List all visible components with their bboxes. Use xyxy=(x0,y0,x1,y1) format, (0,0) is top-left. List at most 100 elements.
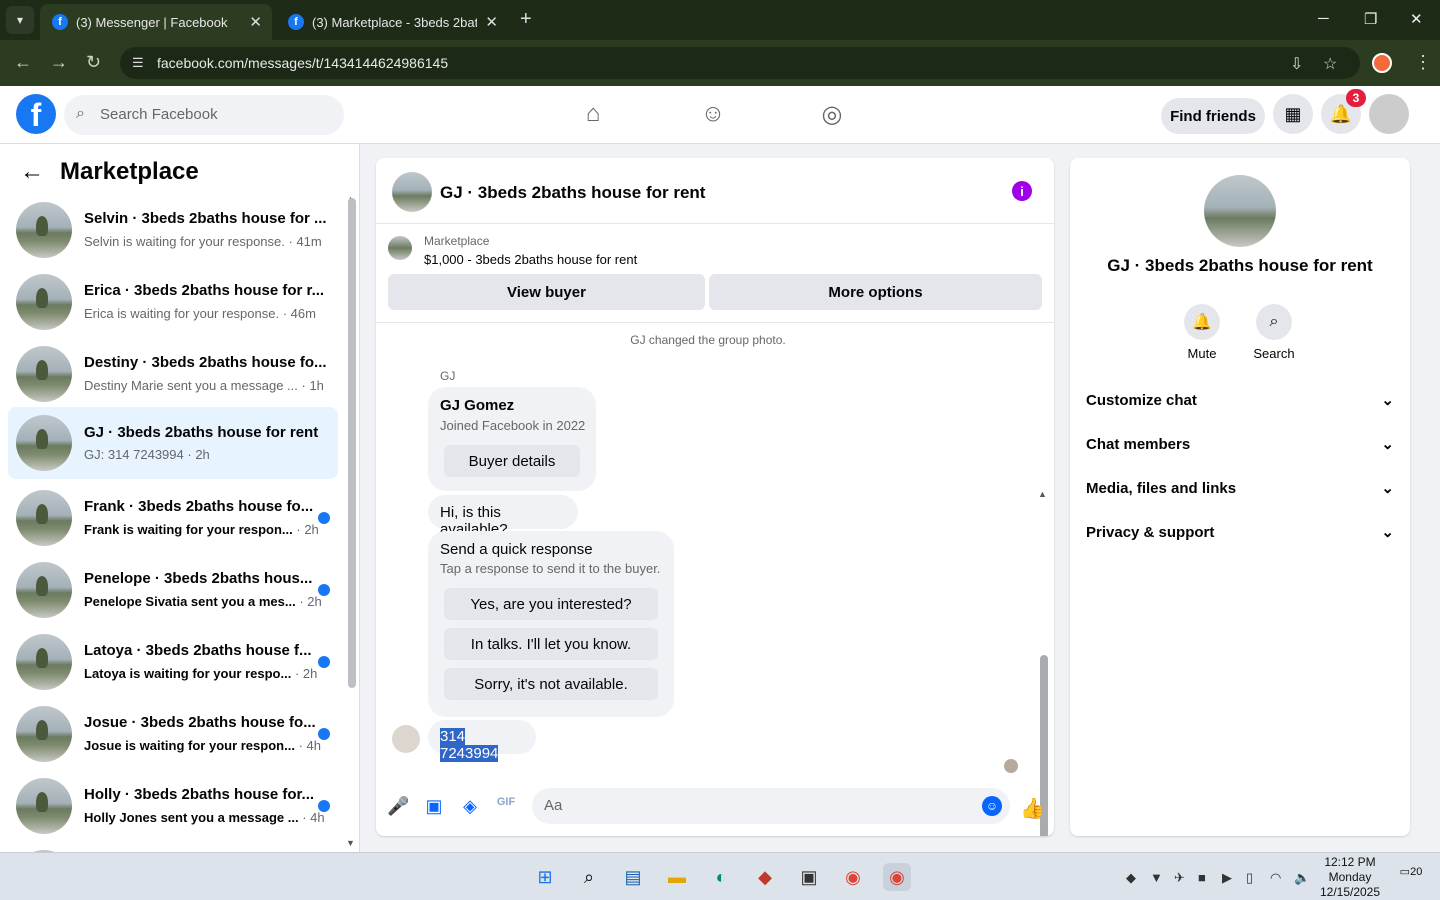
details-title: GJ · 3beds 2baths house for rent xyxy=(1107,256,1373,275)
conversation-name: Penelope · 3beds 2baths hous... xyxy=(84,570,313,587)
chrome-icon[interactable]: ◉ xyxy=(839,863,867,891)
emoji-icon[interactable]: ☺ xyxy=(982,796,1002,816)
notification-center-icon[interactable]: ▭20 xyxy=(1398,865,1424,889)
conversation-item[interactable]: Penelope · 3beds 2baths hous... Penelope… xyxy=(8,558,338,622)
conversation-item[interactable]: Frank · 3beds 2baths house fo... Frank i… xyxy=(8,486,338,550)
message-composer: 🎤 ▣ ◈ GIF Aa ☺ 👍 xyxy=(376,780,1054,836)
forward-icon[interactable]: → xyxy=(50,52,68,73)
conversation-item-selected[interactable]: GJ · 3beds 2baths house for rent GJ: 314… xyxy=(8,407,338,479)
chat-avatar-large[interactable] xyxy=(1204,175,1276,247)
listing-avatar xyxy=(16,634,72,690)
address-bar[interactable]: ☰ facebook.com/messages/t/14341446249861… xyxy=(120,47,1360,79)
tab-search-button[interactable]: ▾ xyxy=(6,6,34,34)
conversation-item[interactable]: Selvin · 3beds 2baths house for ... Selv… xyxy=(8,198,338,262)
browser-menu-icon[interactable]: ⋮ xyxy=(1414,52,1432,73)
quick-response-button[interactable]: In talks. I'll let you know. xyxy=(444,628,658,660)
site-info-icon[interactable]: ☰ xyxy=(132,55,144,71)
find-friends-button[interactable]: Find friends xyxy=(1161,98,1265,134)
gif-icon[interactable]: GIF xyxy=(495,796,517,818)
new-tab-icon[interactable]: + xyxy=(520,8,532,31)
reload-icon[interactable]: ↻ xyxy=(86,52,101,73)
close-tab-icon[interactable]: ✕ xyxy=(249,13,262,31)
search-facebook-input[interactable]: ⌕ Search Facebook xyxy=(64,95,344,135)
account-avatar[interactable] xyxy=(1369,94,1409,134)
tab-marketplace[interactable]: f (3) Marketplace - 3beds 2baths ✕ xyxy=(276,4,508,40)
search-icon[interactable]: ⌕ xyxy=(575,863,603,891)
conversation-item[interactable]: Erica · 3beds 2baths house for r... Eric… xyxy=(8,270,338,334)
quick-response-button[interactable]: Sorry, it's not available. xyxy=(444,668,658,700)
home-icon[interactable]: ⌂ xyxy=(578,100,608,130)
unread-dot xyxy=(318,584,330,596)
bookmark-star-icon[interactable]: ☆ xyxy=(1323,54,1337,74)
info-icon[interactable]: i xyxy=(1012,181,1032,201)
microphone-icon[interactable]: 🎤 xyxy=(387,796,409,818)
wifi-icon[interactable]: ◠ xyxy=(1270,870,1281,886)
volume-icon[interactable]: 🔈 xyxy=(1294,870,1310,886)
mute-button[interactable]: 🔔 Mute xyxy=(1172,304,1232,361)
tray-app-icon[interactable]: ■ xyxy=(1198,870,1206,885)
minimize-icon[interactable]: ─ xyxy=(1318,10,1329,27)
sender-avatar[interactable] xyxy=(392,725,420,753)
buyer-profile-card: GJ Gomez Joined Facebook in 2022 Buyer d… xyxy=(428,387,596,491)
battery-icon[interactable]: ▯ xyxy=(1246,870,1253,886)
search-conversation-button[interactable]: ⌕ Search xyxy=(1244,304,1304,361)
sticker-icon[interactable]: ◈ xyxy=(459,796,481,818)
chevron-down-icon: ⌄ xyxy=(1381,436,1394,453)
close-tab-icon[interactable]: ✕ xyxy=(485,13,498,31)
facebook-logo-icon[interactable]: f xyxy=(16,94,56,134)
conversation-preview: Erica is waiting for your response. · 46… xyxy=(84,306,316,321)
back-icon[interactable]: ← xyxy=(14,52,32,73)
conversation-item[interactable]: Josue · 3beds 2baths house fo... Josue i… xyxy=(8,702,338,766)
facebook-header: f ⌕ Search Facebook ⌂ ☺ ◎ Find friends ▦… xyxy=(0,86,1440,144)
back-arrow-icon[interactable]: ← xyxy=(20,158,44,186)
widgets-icon[interactable]: ▤ xyxy=(619,863,647,891)
tray-app-icon[interactable]: ▼ xyxy=(1150,870,1163,885)
message-input[interactable]: Aa ☺ xyxy=(532,788,1010,824)
tray-app-icon[interactable]: ◆ xyxy=(1126,870,1136,886)
scroll-down-arrow-icon[interactable]: ▼ xyxy=(346,838,355,848)
buyer-details-button[interactable]: Buyer details xyxy=(444,445,580,477)
browser-profile-avatar[interactable] xyxy=(1372,53,1392,73)
view-buyer-button[interactable]: View buyer xyxy=(388,274,705,310)
privacy-support-section[interactable]: Privacy & support ⌄ xyxy=(1086,516,1394,548)
start-icon[interactable]: ⊞ xyxy=(531,863,559,891)
sidebar-scrollbar[interactable] xyxy=(348,198,356,688)
conversation-preview: Holly Jones sent you a message ... · 4h xyxy=(84,810,325,825)
conversation-name: Latoya · 3beds 2baths house f... xyxy=(84,642,312,659)
media-files-links-section[interactable]: Media, files and links ⌄ xyxy=(1086,472,1394,504)
scroll-up-arrow-icon[interactable]: ▲ xyxy=(1038,489,1047,499)
clock[interactable]: 12:12 PM Monday 12/15/2025 xyxy=(1312,855,1388,900)
restore-icon[interactable]: ❐ xyxy=(1364,10,1377,28)
photo-icon[interactable]: ▣ xyxy=(423,796,445,818)
install-app-icon[interactable]: ⇩ xyxy=(1290,54,1303,74)
edge-icon[interactable]: ◐ xyxy=(707,863,735,891)
conversation-name: GJ · 3beds 2baths house for rent xyxy=(84,424,319,441)
quick-response-button[interactable]: Yes, are you interested? xyxy=(444,588,658,620)
chat-avatar[interactable] xyxy=(392,172,432,212)
menu-grid-icon[interactable]: ▦ xyxy=(1273,94,1313,134)
tray-app-icon[interactable]: ▶ xyxy=(1222,870,1232,886)
thumbs-up-icon[interactable]: 👍 xyxy=(1020,796,1045,820)
store-icon[interactable]: ▣ xyxy=(795,863,823,891)
conversation-item[interactable]: Latoya · 3beds 2baths house f... Latoya … xyxy=(8,630,338,694)
chrome-active-icon[interactable]: ◉ xyxy=(883,863,911,891)
customize-chat-section[interactable]: Customize chat ⌄ xyxy=(1086,384,1394,416)
conversation-name: Erica · 3beds 2baths house for r... xyxy=(84,282,325,299)
conversation-item[interactable]: Destiny · 3beds 2baths house fo... Desti… xyxy=(8,342,338,406)
groups-icon[interactable]: ◎ xyxy=(817,100,847,130)
unread-dot xyxy=(318,728,330,740)
more-options-button[interactable]: More options xyxy=(709,274,1042,310)
conversation-preview: Destiny Marie sent you a message ... · 1… xyxy=(84,378,324,393)
windows-taskbar: ⊞ ⌕ ▤ ▬ ◐ ◆ ▣ ◉ ◉ ◆ ▼ ✈ ■ ▶ ▯ ◠ 🔈 12:12 … xyxy=(0,852,1440,900)
conversation-name: Holly · 3beds 2baths house for... xyxy=(84,786,315,803)
chat-title[interactable]: GJ · 3beds 2baths house for rent xyxy=(440,183,705,203)
chat-members-section[interactable]: Chat members ⌄ xyxy=(1086,428,1394,460)
tray-app-icon[interactable]: ✈ xyxy=(1174,870,1185,886)
close-window-icon[interactable]: ✕ xyxy=(1410,10,1423,28)
conversation-item[interactable]: Holly · 3beds 2baths house for... Holly … xyxy=(8,774,338,838)
friends-icon[interactable]: ☺ xyxy=(698,100,728,130)
tab-messenger[interactable]: f (3) Messenger | Facebook ✕ xyxy=(40,4,272,40)
app-icon[interactable]: ◆ xyxy=(751,863,779,891)
file-explorer-icon[interactable]: ▬ xyxy=(663,863,691,891)
url-text: facebook.com/messages/t/1434144624986145 xyxy=(157,55,449,71)
